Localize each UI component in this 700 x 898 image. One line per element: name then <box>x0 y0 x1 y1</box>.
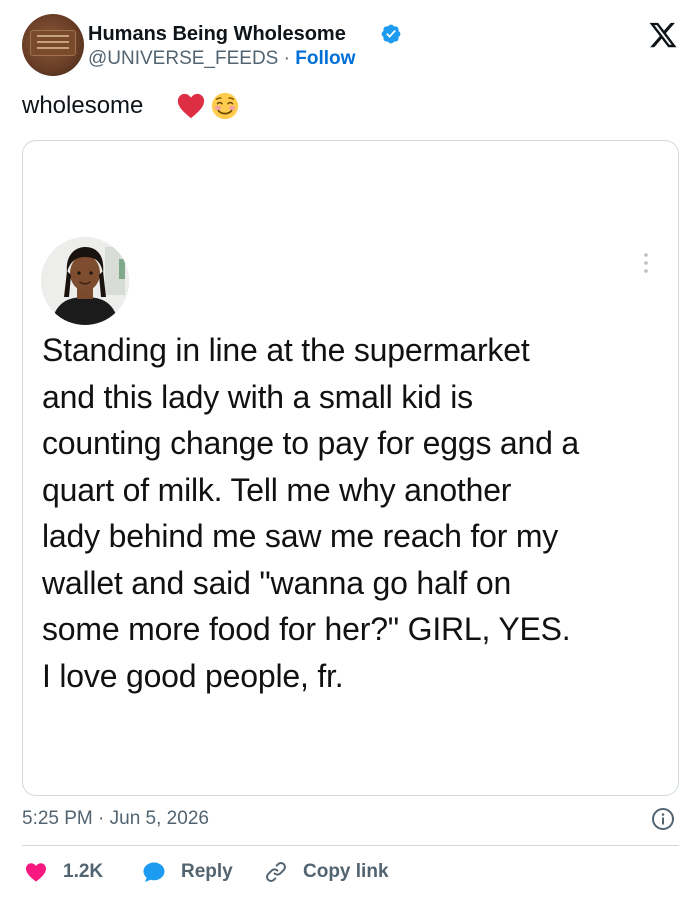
verified-badge-icon <box>381 24 401 44</box>
like-button[interactable]: 1.2K <box>24 858 103 886</box>
post-text-line: counting change to pay for eggs and a <box>42 425 580 461</box>
author-handle[interactable]: @UNIVERSE_FEEDS <box>88 48 278 69</box>
copy-link-label: Copy link <box>303 861 389 882</box>
action-bar: 1.2K Reply Copy link <box>22 858 679 886</box>
inner-avatar <box>41 237 129 325</box>
info-icon[interactable] <box>651 807 675 831</box>
reply-label: Reply <box>181 861 233 882</box>
inner-avatar-photo <box>41 237 129 325</box>
post-text-line: some more food for her?" GIRL, YES. <box>42 611 571 647</box>
post-text-line: wallet and said "wanna go half on <box>42 564 512 601</box>
caption-text: wholesome <box>22 92 144 119</box>
reply-bubble-icon <box>143 862 165 882</box>
copy-link-button[interactable]: Copy link <box>264 858 389 886</box>
author-avatar[interactable] <box>22 14 84 76</box>
embedded-post-image[interactable]: Standing in line at the supermarket and … <box>22 140 679 796</box>
post-header: Humans Being Wholesome @UNIVERSE_FEEDS ·… <box>22 14 682 80</box>
author-display-name[interactable]: Humans Being Wholesome <box>88 23 346 46</box>
post-text-line: quart of milk. Tell me why another <box>42 471 512 508</box>
red-heart-emoji-icon <box>177 93 205 119</box>
post-text-line: I love good people, fr. <box>42 657 344 694</box>
post-text-line: and this lady with a small kid is <box>42 378 473 415</box>
handle-separator: · <box>283 48 290 69</box>
more-dots-icon[interactable] <box>642 251 650 275</box>
author-handle-line: @UNIVERSE_FEEDS · Follow <box>88 48 355 70</box>
x-logo-icon[interactable] <box>648 20 678 50</box>
divider <box>22 845 679 846</box>
follow-button[interactable]: Follow <box>295 48 355 69</box>
reply-button[interactable]: Reply <box>142 858 233 886</box>
heart-icon <box>26 863 46 882</box>
smiling-face-with-blush-emoji-icon <box>211 92 239 120</box>
post-caption: wholesome <box>22 92 239 120</box>
post-timestamp[interactable]: 5:25 PM · Jun 5, 2026 <box>22 808 209 830</box>
link-icon <box>266 862 286 882</box>
embedded-post-text: Standing in line at the supermarket and … <box>42 327 672 699</box>
like-count: 1.2K <box>63 861 104 882</box>
post-text-line: lady behind me saw me reach for my <box>42 518 559 554</box>
post-text-line: Standing in line at the supermarket <box>42 332 530 368</box>
